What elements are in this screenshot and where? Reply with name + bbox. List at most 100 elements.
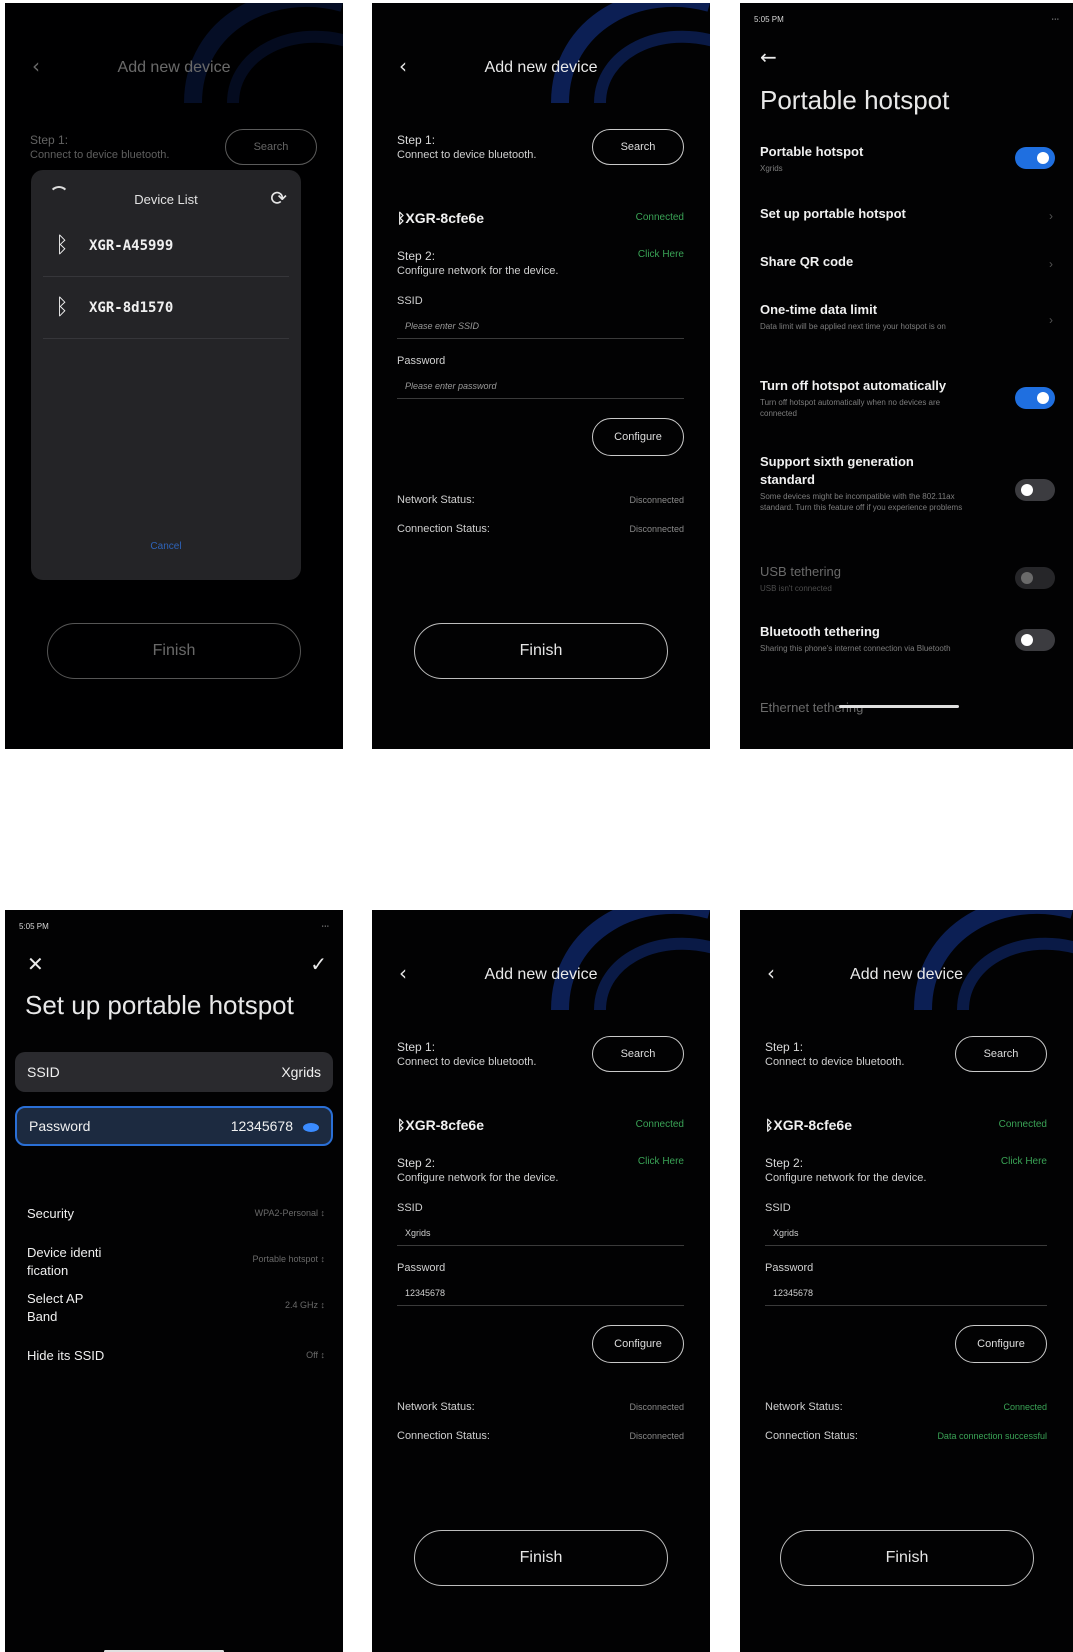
connected-status: Connected — [635, 1119, 684, 1130]
password-label: Password — [397, 1262, 446, 1274]
row-title: One-time data limit — [760, 302, 878, 317]
screen-portable-hotspot: 5:05 PM ⋅⋅⋅ ← Portable hotspot Portable … — [740, 3, 1073, 749]
option-hide-ssid[interactable]: Hide its SSID Off ↕ — [27, 1348, 325, 1363]
chevron-right-icon: › — [1049, 313, 1053, 327]
option-label: Security — [27, 1206, 74, 1221]
device-list-dialog: Device List ⟳ ᛒ XGR-A45999 ᛒ XGR-8d1570 … — [31, 170, 301, 580]
connection-status-value: Disconnected — [629, 1431, 684, 1441]
ssid-input[interactable]: Please enter SSID — [397, 313, 684, 339]
connected-device: ᛒXGR-8cfe6e — [765, 1117, 852, 1133]
toggle-usb-tethering — [1015, 567, 1055, 589]
ssid-input[interactable]: Xgrids — [397, 1220, 684, 1246]
step2-title: Step 2: — [765, 1156, 804, 1170]
step1-subtitle: Connect to device bluetooth. — [397, 1056, 537, 1068]
search-button[interactable]: Search — [592, 1036, 684, 1072]
row-share-qr[interactable]: Share QR code › — [760, 253, 1057, 271]
connected-status: Connected — [998, 1119, 1047, 1130]
step2-subtitle: Configure network for the device. — [397, 1172, 559, 1184]
option-label: Hide its SSID — [27, 1348, 105, 1363]
network-status-label: Network Status: — [765, 1401, 843, 1413]
option-ap-band[interactable]: Select AP Band 2.4 GHz ↕ — [27, 1290, 325, 1326]
cancel-button[interactable]: Cancel — [31, 541, 301, 552]
device-name: XGR-8cfe6e — [405, 1117, 484, 1133]
back-arrow-icon[interactable]: ← — [760, 45, 777, 69]
close-icon[interactable]: ✕ — [27, 952, 44, 976]
row-sixth-gen[interactable]: Support sixth generation standard Some d… — [760, 453, 1057, 513]
toggle-auto-off[interactable] — [1015, 387, 1055, 409]
network-status-value: Connected — [1003, 1402, 1047, 1412]
connection-status-label: Connection Status: — [765, 1430, 858, 1442]
ssid-label: SSID — [765, 1202, 791, 1214]
list-item[interactable]: ᛒ XGR-A45999 — [43, 215, 289, 277]
page-title: Add new device — [850, 966, 963, 983]
network-status-label: Network Status: — [397, 1401, 475, 1413]
search-button[interactable]: Search — [955, 1036, 1047, 1072]
finish-button[interactable]: Finish — [414, 1530, 668, 1586]
device-name: XGR-8cfe6e — [405, 210, 484, 226]
ssid-field-value: Xgrids — [281, 1064, 321, 1080]
connection-status-value: Disconnected — [629, 524, 684, 534]
step1-text: Step 1: Connect to device bluetooth. — [397, 1040, 536, 1070]
bluetooth-icon: ᛒ — [55, 295, 69, 320]
finish-button[interactable]: Finish — [780, 1530, 1034, 1586]
status-bar: 5:05 PM ⋅⋅⋅ — [754, 15, 1059, 29]
device-name: XGR-8cfe6e — [773, 1117, 852, 1133]
row-subtitle: Sharing this phone's internet connection… — [760, 644, 951, 653]
toggle-sixth-gen[interactable] — [1015, 479, 1055, 501]
status-time: 5:05 PM — [19, 922, 49, 931]
option-device-identification[interactable]: Device identi fication Portable hotspot … — [27, 1244, 325, 1280]
ssid-field[interactable]: SSID Xgrids — [15, 1052, 333, 1092]
status-icons: ⋅⋅⋅ — [1051, 15, 1059, 24]
configure-button[interactable]: Configure — [955, 1325, 1047, 1363]
refresh-icon[interactable]: ⟳ — [270, 186, 287, 210]
row-title: Ethernet tethering — [760, 700, 864, 715]
bluetooth-icon: ᛒ — [55, 233, 69, 258]
page-title: Portable hotspot — [760, 85, 950, 115]
option-value: 2.4 GHz ↕ — [284, 1300, 325, 1310]
page-title: Add new device — [484, 966, 598, 983]
check-icon[interactable]: ✓ — [310, 952, 327, 976]
configure-button[interactable]: Configure — [592, 1325, 684, 1363]
password-label: Password — [765, 1262, 814, 1274]
row-title: Support sixth generation standard — [760, 454, 914, 487]
password-input[interactable]: 12345678 — [397, 1280, 684, 1306]
step2-text: Step 2: Configure network for the device… — [397, 1156, 558, 1186]
row-setup-hotspot[interactable]: Set up portable hotspot › — [760, 205, 1057, 223]
toggle-bluetooth-tethering[interactable] — [1015, 629, 1055, 651]
eye-icon[interactable] — [303, 1122, 319, 1132]
step2-subtitle: Configure network for the device. — [765, 1172, 927, 1184]
row-data-limit[interactable]: One-time data limit Data limit will be a… — [760, 301, 1057, 332]
click-here-link[interactable]: Click Here — [1001, 1156, 1047, 1167]
password-field[interactable]: Password 12345678 — [15, 1106, 333, 1146]
device-list-title: Device List — [134, 192, 198, 207]
ssid-field-label: SSID — [27, 1064, 60, 1080]
password-input[interactable]: Please enter password — [397, 373, 684, 399]
connection-status-value: Data connection successful — [937, 1431, 1047, 1441]
option-security[interactable]: Security WPA2-Personal ↕ — [27, 1206, 325, 1221]
toggle-portable-hotspot[interactable] — [1015, 147, 1055, 169]
step1-title: Step 1: — [397, 1040, 436, 1054]
connection-status-label: Connection Status: — [397, 1430, 490, 1442]
row-ethernet-tethering: Ethernet tethering — [760, 699, 1057, 717]
connected-device: ᛒXGR-8cfe6e — [397, 210, 484, 226]
password-field-label: Password — [29, 1118, 91, 1134]
device-name: XGR-A45999 — [89, 237, 174, 254]
search-button[interactable]: Search — [592, 129, 684, 165]
chevron-right-icon: › — [1049, 257, 1053, 271]
row-portable-hotspot[interactable]: Portable hotspot Xgrids — [760, 143, 1057, 174]
click-here-link[interactable]: Click Here — [638, 249, 684, 260]
row-subtitle: Some devices might be incompatible with … — [760, 492, 963, 512]
step2-title: Step 2: — [397, 249, 436, 263]
step1-subtitle: Connect to device bluetooth. — [765, 1056, 905, 1068]
row-auto-off[interactable]: Turn off hotspot automatically Turn off … — [760, 377, 1057, 419]
list-item[interactable]: ᛒ XGR-8d1570 — [43, 277, 289, 339]
configure-button[interactable]: Configure — [592, 418, 684, 456]
screen-add-device-filled: ‹ Add new device Step 1: Connect to devi… — [372, 910, 710, 1652]
finish-button[interactable]: Finish — [414, 623, 668, 679]
step1-text: Step 1: Connect to device bluetooth. — [765, 1040, 904, 1070]
click-here-link[interactable]: Click Here — [638, 1156, 684, 1167]
home-indicator[interactable] — [839, 705, 959, 708]
password-input[interactable]: 12345678 — [765, 1280, 1047, 1306]
row-bluetooth-tethering[interactable]: Bluetooth tethering Sharing this phone's… — [760, 623, 1057, 654]
ssid-input[interactable]: Xgrids — [765, 1220, 1047, 1246]
